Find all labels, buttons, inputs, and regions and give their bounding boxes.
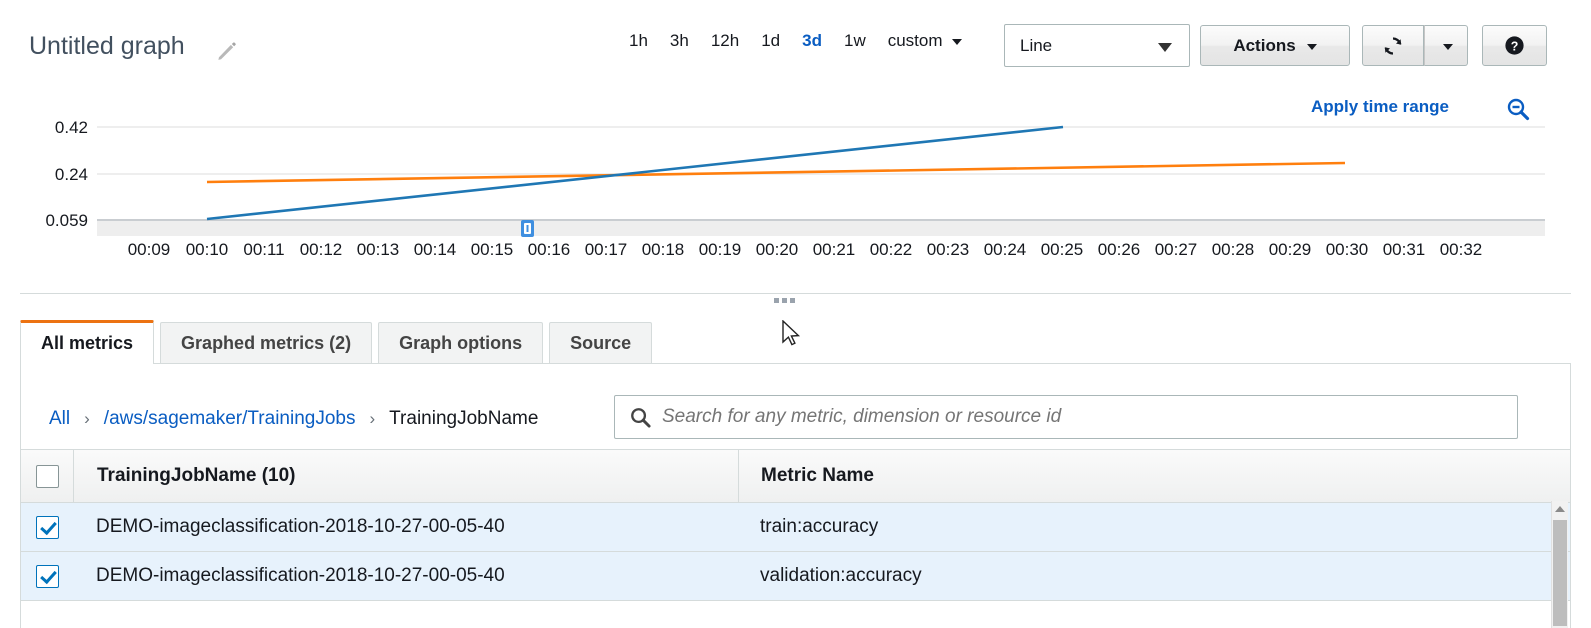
breadcrumb-separator-icon: ›	[369, 409, 375, 429]
chart-type-value: Line	[1020, 36, 1052, 56]
cell-metric-name: validation:accuracy	[738, 552, 1570, 600]
pencil-icon[interactable]	[216, 40, 238, 62]
time-range-selector: 1h 3h 12h 1d 3d 1w custom	[618, 31, 962, 51]
row-checkbox[interactable]	[36, 565, 59, 588]
column-header-training-job-name[interactable]: TrainingJobName (10)	[74, 450, 739, 502]
x-tick-label: 00:21	[813, 240, 856, 259]
breadcrumb-item-dimension: TrainingJobName	[389, 408, 538, 430]
tab-label: Source	[570, 333, 631, 354]
drag-handle-dots-icon[interactable]	[774, 298, 795, 303]
time-range-1d[interactable]: 1d	[750, 31, 791, 51]
column-header-metric-name[interactable]: Metric Name	[739, 450, 1570, 502]
breadcrumb-item-namespace[interactable]: /aws/sagemaker/TrainingJobs	[104, 408, 356, 430]
chevron-down-icon	[1307, 44, 1317, 50]
x-axis-scrollbar-track	[97, 221, 1545, 236]
table-row[interactable]: DEMO-imageclassification-2018-10-27-00-0…	[21, 503, 1570, 552]
x-tick-label: 00:15	[471, 240, 514, 259]
x-tick-label: 00:16	[528, 240, 571, 259]
x-tick-label: 00:18	[642, 240, 685, 259]
x-axis-tick-labels: 00:09 00:10 00:11 00:12 00:13 00:14 00:1…	[128, 240, 1483, 259]
x-tick-label: 00:13	[357, 240, 400, 259]
select-all-cell	[21, 450, 74, 502]
tab-source[interactable]: Source	[549, 322, 652, 364]
x-tick-label: 00:11	[243, 240, 284, 259]
x-tick-label: 00:19	[699, 240, 742, 259]
x-tick-label: 00:14	[414, 240, 457, 259]
x-tick-label: 00:20	[756, 240, 799, 259]
x-tick-label: 00:28	[1212, 240, 1255, 259]
y-tick-label: 0.42	[55, 118, 88, 137]
metrics-table: TrainingJobName (10) Metric Name DEMO-im…	[21, 449, 1570, 601]
time-range-1w[interactable]: 1w	[833, 31, 877, 51]
time-range-custom[interactable]: custom	[877, 31, 949, 51]
x-tick-label: 00:27	[1155, 240, 1198, 259]
row-checkbox[interactable]	[36, 516, 59, 539]
tab-label: All metrics	[41, 333, 133, 354]
x-tick-label: 00:24	[984, 240, 1027, 259]
search-box[interactable]	[614, 395, 1518, 439]
refresh-icon	[1381, 34, 1405, 58]
scroll-up-arrow-icon[interactable]	[1555, 506, 1565, 512]
x-tick-label: 00:23	[927, 240, 970, 259]
refresh-options-button[interactable]	[1424, 25, 1468, 66]
series-line-validation-accuracy	[207, 163, 1345, 182]
table-row[interactable]: DEMO-imageclassification-2018-10-27-00-0…	[21, 552, 1570, 601]
table-vertical-scrollbar[interactable]	[1551, 501, 1568, 628]
x-tick-label: 00:32	[1440, 240, 1483, 259]
mouse-cursor	[781, 320, 803, 350]
x-tick-label: 00:17	[585, 240, 628, 259]
x-tick-label: 00:22	[870, 240, 913, 259]
tab-graph-options[interactable]: Graph options	[378, 322, 543, 364]
chart-type-select[interactable]: Line	[1004, 24, 1190, 67]
tab-label: Graphed metrics (2)	[181, 333, 351, 354]
all-metrics-panel: All › /aws/sagemaker/TrainingJobs › Trai…	[20, 364, 1571, 628]
x-tick-label: 00:25	[1041, 240, 1084, 259]
x-tick-label: 00:10	[186, 240, 229, 259]
y-tick-label: 0.24	[55, 165, 88, 184]
series-line-train-accuracy	[207, 127, 1063, 219]
row-select-cell	[21, 552, 73, 600]
x-tick-label: 00:09	[128, 240, 171, 259]
time-range-3d[interactable]: 3d	[791, 31, 833, 51]
tab-label: Graph options	[399, 333, 522, 354]
scrollbar-thumb[interactable]	[1553, 520, 1567, 626]
tab-all-metrics[interactable]: All metrics	[20, 320, 154, 364]
cell-training-job-name: DEMO-imageclassification-2018-10-27-00-0…	[73, 552, 738, 600]
x-tick-label: 00:29	[1269, 240, 1312, 259]
breadcrumb-separator-icon: ›	[84, 409, 90, 429]
refresh-button[interactable]	[1362, 25, 1424, 66]
help-button[interactable]: ?	[1482, 25, 1547, 66]
table-header-row: TrainingJobName (10) Metric Name	[21, 449, 1570, 503]
section-divider	[20, 293, 1571, 294]
actions-button[interactable]: Actions	[1200, 25, 1350, 66]
cell-metric-name: train:accuracy	[738, 503, 1570, 551]
search-input[interactable]	[662, 406, 1517, 428]
chevron-down-icon[interactable]	[952, 39, 962, 45]
time-range-1h[interactable]: 1h	[618, 31, 659, 51]
graph-header: Untitled graph 1h 3h 12h 1d 3d 1w custom…	[0, 0, 1591, 88]
tab-bar: All metrics Graphed metrics (2) Graph op…	[20, 320, 658, 364]
x-tick-label: 00:31	[1383, 240, 1426, 259]
cloudwatch-metrics-page: Untitled graph 1h 3h 12h 1d 3d 1w custom…	[0, 0, 1591, 628]
breadcrumb-item-all[interactable]: All	[49, 408, 70, 430]
x-tick-label: 00:26	[1098, 240, 1141, 259]
time-range-3h[interactable]: 3h	[659, 31, 700, 51]
metric-chart: 0.42 0.24 0.059 00:09 00:10 00:11 00:12 …	[0, 100, 1591, 275]
page-title: Untitled graph	[29, 32, 185, 61]
chevron-down-icon	[1158, 43, 1172, 52]
row-select-cell	[21, 503, 73, 551]
chart-canvas[interactable]: 0.42 0.24 0.059 00:09 00:10 00:11 00:12 …	[0, 100, 1591, 275]
x-tick-label: 00:12	[300, 240, 343, 259]
chevron-down-icon	[1443, 44, 1453, 50]
question-circle-icon: ?	[1503, 34, 1526, 57]
search-icon	[629, 406, 652, 429]
tab-graphed-metrics[interactable]: Graphed metrics (2)	[160, 322, 372, 364]
actions-button-label: Actions	[1233, 36, 1295, 56]
cell-training-job-name: DEMO-imageclassification-2018-10-27-00-0…	[73, 503, 738, 551]
svg-text:?: ?	[1511, 39, 1519, 53]
x-tick-label: 00:30	[1326, 240, 1369, 259]
select-all-checkbox[interactable]	[36, 465, 59, 488]
y-tick-label: 0.059	[45, 211, 88, 230]
time-range-12h[interactable]: 12h	[700, 31, 750, 51]
